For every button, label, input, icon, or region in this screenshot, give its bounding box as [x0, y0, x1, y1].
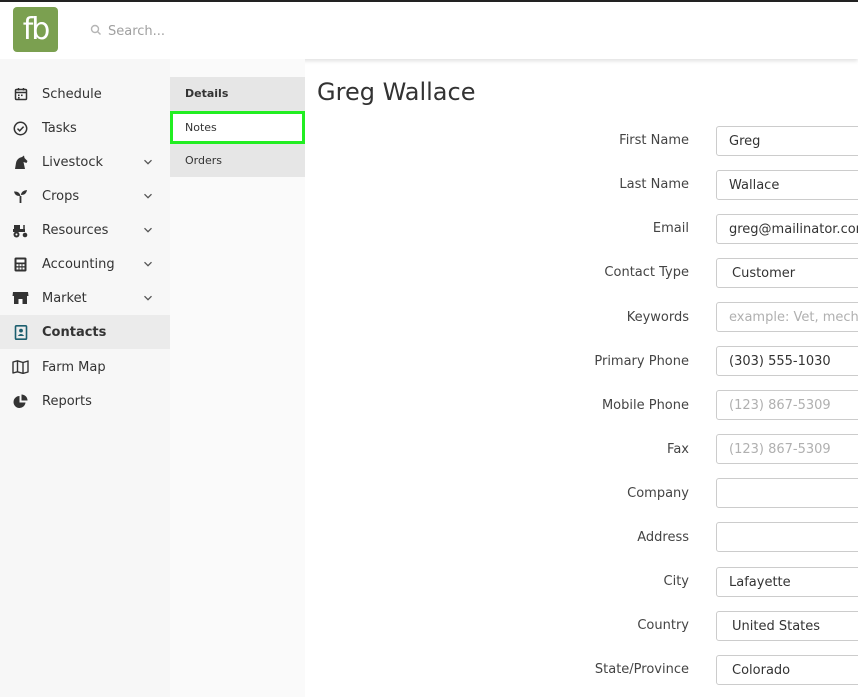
sidebar-item-label: Accounting — [42, 256, 115, 272]
check-circle-icon — [12, 120, 29, 137]
last-name-field[interactable] — [716, 170, 858, 200]
contact-type-select[interactable]: Customer — [716, 258, 858, 288]
app-logo[interactable]: fb — [13, 7, 58, 52]
first-name-field[interactable] — [716, 126, 858, 156]
primary-phone-field[interactable] — [716, 346, 858, 376]
first-name-label: First Name — [619, 133, 689, 148]
sidebar: Schedule Tasks Livestock Crops Resources… — [0, 59, 170, 697]
sidebar-item-schedule[interactable]: Schedule — [0, 77, 170, 111]
country-label: Country — [637, 618, 689, 633]
sidebar-item-label: Market — [42, 290, 87, 306]
keywords-label: Keywords — [626, 310, 689, 325]
page-title: Greg Wallace — [317, 78, 476, 106]
fax-label: Fax — [667, 442, 689, 457]
horse-icon — [12, 154, 29, 171]
sidebar-item-tasks[interactable]: Tasks — [0, 111, 170, 145]
sidebar-item-resources[interactable]: Resources — [0, 213, 170, 247]
store-icon — [12, 290, 29, 307]
address-label: Address — [637, 530, 689, 545]
email-field[interactable] — [716, 214, 858, 244]
sidebar-item-label: Contacts — [42, 324, 107, 340]
chevron-down-icon — [144, 193, 152, 199]
contact-subnav: Details Notes Orders — [170, 59, 305, 697]
subnav-item-notes[interactable]: Notes — [170, 111, 305, 144]
chevron-down-icon — [144, 261, 152, 267]
contact-type-label: Contact Type — [604, 265, 689, 280]
sidebar-item-label: Crops — [42, 188, 80, 204]
sidebar-item-label: Reports — [42, 393, 92, 409]
top-bar: fb — [0, 0, 858, 59]
address-field[interactable] — [716, 522, 858, 552]
calendar-icon — [12, 86, 29, 103]
sidebar-item-label: Farm Map — [42, 359, 106, 375]
search-icon — [90, 24, 101, 35]
sidebar-item-market[interactable]: Market — [0, 281, 170, 315]
search-input[interactable] — [106, 17, 410, 45]
tractor-icon — [12, 222, 29, 239]
sidebar-item-label: Resources — [42, 222, 109, 238]
city-label: City — [663, 574, 689, 589]
calculator-icon — [12, 256, 29, 273]
state-province-select[interactable]: Colorado — [716, 655, 858, 685]
sidebar-item-crops[interactable]: Crops — [0, 179, 170, 213]
country-select[interactable]: United States — [716, 611, 858, 641]
state-province-label: State/Province — [594, 662, 689, 677]
sidebar-item-label: Tasks — [42, 120, 77, 136]
company-label: Company — [627, 486, 689, 501]
fax-field[interactable] — [716, 434, 858, 464]
chevron-down-icon — [144, 295, 152, 301]
sidebar-item-contacts[interactable]: Contacts — [0, 315, 170, 349]
company-field[interactable] — [716, 478, 858, 508]
primary-phone-label: Primary Phone — [594, 354, 689, 369]
mobile-phone-label: Mobile Phone — [601, 398, 689, 413]
sidebar-item-label: Schedule — [42, 86, 102, 102]
subnav-item-details[interactable]: Details — [170, 77, 305, 110]
email-label: Email — [652, 221, 689, 236]
pie-chart-icon — [12, 393, 29, 410]
chevron-down-icon — [144, 227, 152, 233]
seedling-icon — [12, 188, 29, 205]
keywords-field[interactable] — [716, 302, 858, 332]
sidebar-item-reports[interactable]: Reports — [0, 384, 170, 418]
sidebar-item-accounting[interactable]: Accounting — [0, 247, 170, 281]
sidebar-item-label: Livestock — [42, 154, 104, 170]
map-icon — [12, 359, 29, 376]
subnav-item-orders[interactable]: Orders — [170, 144, 305, 177]
mobile-phone-field[interactable] — [716, 390, 858, 420]
sidebar-item-livestock[interactable]: Livestock — [0, 145, 170, 179]
city-field[interactable] — [716, 567, 858, 597]
chevron-down-icon — [144, 159, 152, 165]
sidebar-item-farm-map[interactable]: Farm Map — [0, 350, 170, 384]
address-book-icon — [12, 324, 29, 341]
last-name-label: Last Name — [619, 177, 689, 192]
